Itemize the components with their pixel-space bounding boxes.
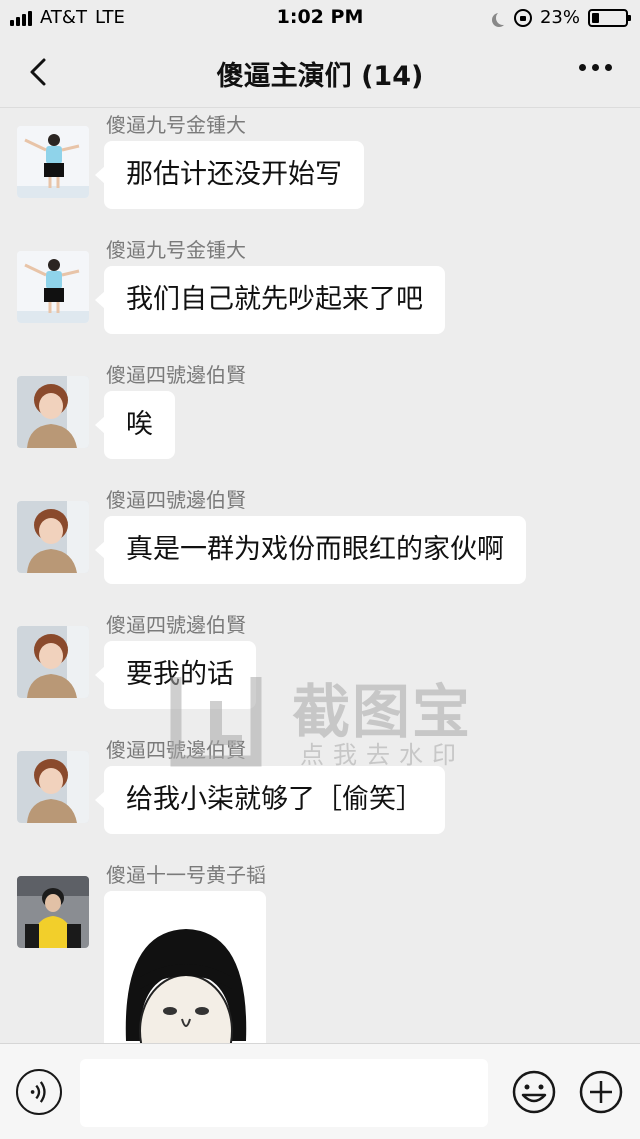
battery-icon <box>588 8 631 27</box>
do-not-disturb-icon <box>496 11 510 25</box>
orientation-lock-icon <box>513 8 532 27</box>
more-dots-icon[interactable] <box>579 64 612 71</box>
avatar-baekhyun[interactable] <box>17 501 89 573</box>
sender-name: 傻逼十一号黄子韬 <box>106 863 266 887</box>
status-right: 23% <box>492 7 631 28</box>
avatar-jongdae[interactable] <box>17 251 89 323</box>
message-input[interactable] <box>80 1059 488 1127</box>
plus-icon[interactable] <box>578 1069 624 1115</box>
avatar-baekhyun[interactable] <box>17 626 89 698</box>
meme-face-sticker[interactable] <box>104 891 266 1043</box>
emoji-icon[interactable] <box>511 1069 557 1115</box>
message-bubble[interactable]: 那估计还没开始写 <box>95 141 364 209</box>
battery-percent: 23% <box>539 7 580 28</box>
chat-title: 傻逼主演们 (14) <box>216 61 424 92</box>
message-bubble[interactable]: 要我的话 <box>95 641 256 709</box>
sender-name: 傻逼四號邊伯賢 <box>106 488 246 512</box>
watermark-title: 截图宝 <box>292 678 473 746</box>
avatar-baekhyun[interactable] <box>17 751 89 823</box>
message-bubble[interactable]: 我们自己就先吵起来了吧 <box>95 266 445 334</box>
message-bubble[interactable]: 唉 <box>95 391 175 459</box>
sender-name: 傻逼九号金锺大 <box>106 238 246 262</box>
voice-icon[interactable] <box>16 1069 62 1115</box>
message-bubble[interactable]: 给我小柒就够了［偷笑］ <box>95 766 445 834</box>
watermark-subtitle[interactable]: 点我去水印 <box>300 735 465 770</box>
avatar-baekhyun[interactable] <box>17 376 89 448</box>
sender-name: 傻逼九号金锺大 <box>106 113 246 137</box>
sender-name: 傻逼四號邊伯賢 <box>106 738 246 762</box>
chat-header: 傻逼主演们 (14) <box>0 36 640 108</box>
input-bar <box>0 1043 640 1139</box>
message-bubble[interactable]: 真是一群为戏份而眼红的家伙啊 <box>95 516 526 584</box>
sender-name: 傻逼四號邊伯賢 <box>106 613 246 637</box>
message-list[interactable]: 傻逼九号金锺大 那估计还没开始写 傻逼九号金锺大 我们自己就先吵起来了吧 傻逼四… <box>0 109 640 1043</box>
avatar-zitao[interactable] <box>17 876 89 948</box>
status-bar: AT&T LTE 1:02 PM 23% <box>0 0 640 36</box>
battery-fill <box>592 12 600 23</box>
avatar-jongdae[interactable] <box>17 126 89 198</box>
sender-name: 傻逼四號邊伯賢 <box>106 363 246 387</box>
